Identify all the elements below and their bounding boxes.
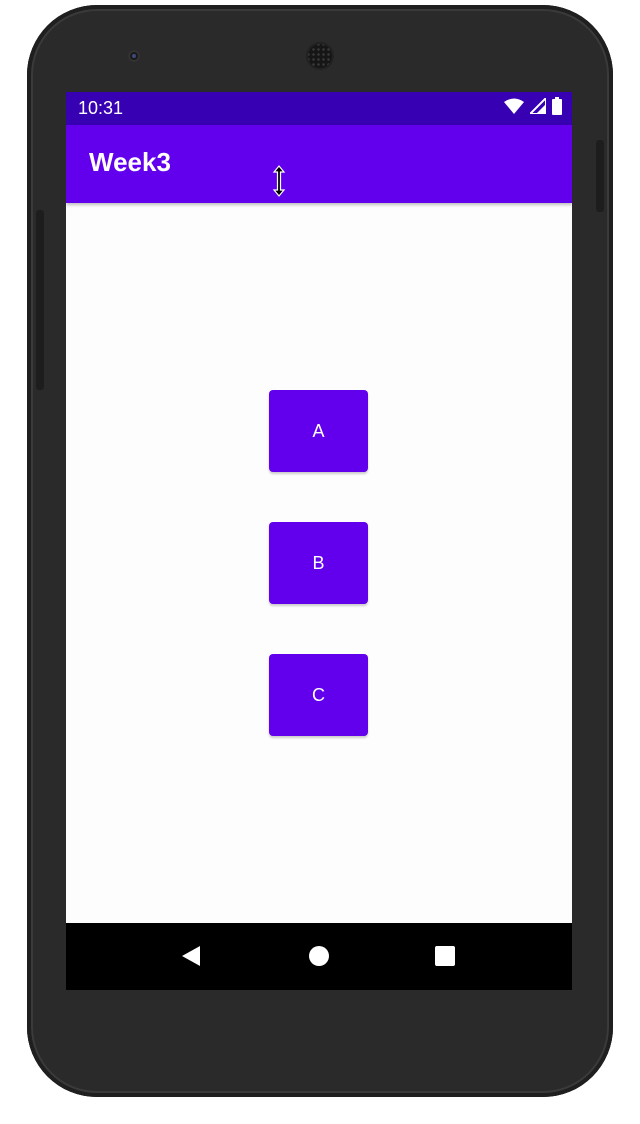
home-icon[interactable]	[306, 943, 332, 969]
app-bar: Week3	[66, 125, 572, 203]
battery-icon	[552, 97, 562, 119]
status-icons	[504, 95, 562, 119]
navigation-bar	[66, 923, 572, 990]
wifi-icon	[504, 98, 524, 118]
power-button	[596, 140, 604, 212]
front-camera	[128, 50, 140, 62]
status-time: 10:31	[78, 98, 124, 118]
earpiece-speaker	[306, 42, 334, 70]
volume-button	[36, 210, 44, 390]
recents-icon[interactable]	[432, 943, 458, 969]
status-bar: 10:31	[66, 92, 572, 125]
device-screen: 10:31 Week3 A B C	[66, 92, 572, 990]
back-icon[interactable]	[178, 943, 204, 969]
resize-cursor-icon	[272, 165, 286, 201]
button-c[interactable]: C	[269, 654, 368, 736]
button-a[interactable]: A	[269, 390, 368, 472]
app-title: Week3	[89, 147, 171, 177]
cell-signal-icon	[527, 95, 547, 118]
button-b[interactable]: B	[269, 522, 368, 604]
